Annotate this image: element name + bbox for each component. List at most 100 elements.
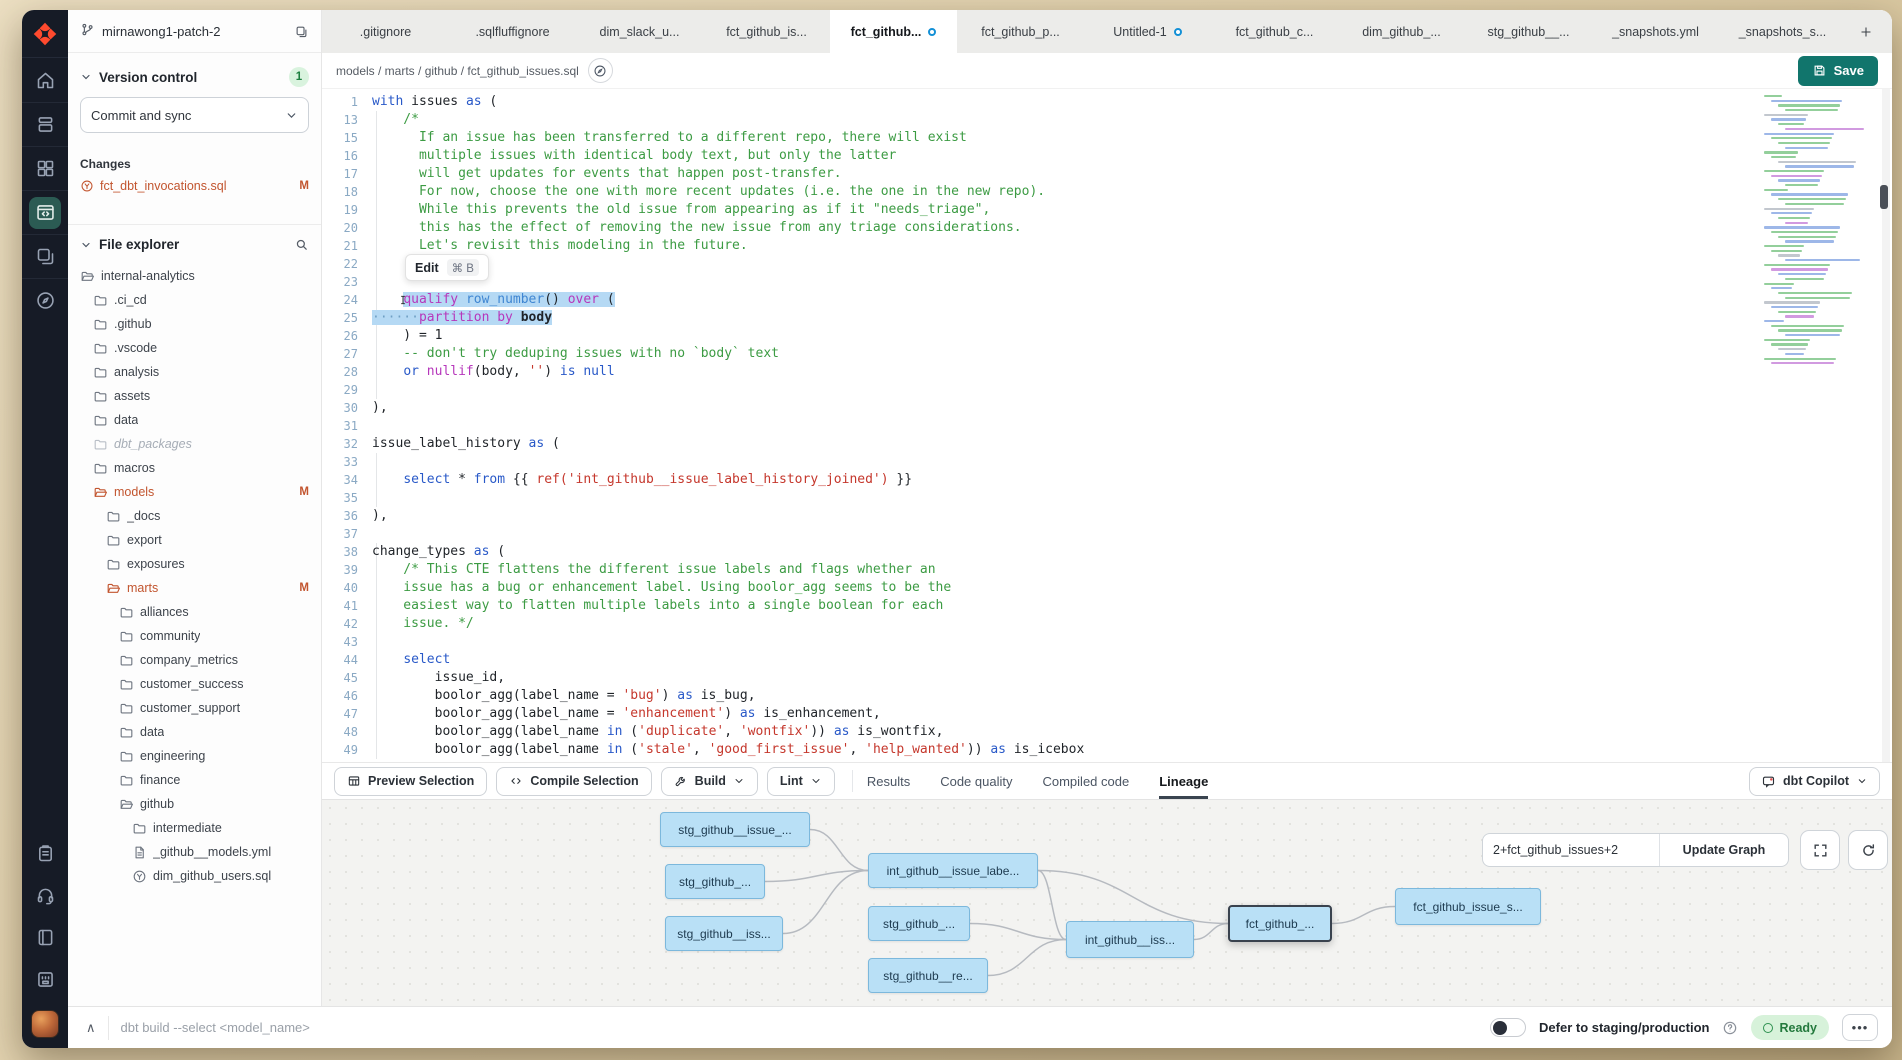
code-line[interactable]: 48 boolor_agg(label_name in ('duplicate'… <box>322 723 1892 741</box>
file-tree-item[interactable]: martsM <box>68 576 321 600</box>
editor-tab[interactable]: fct_github... <box>830 10 957 53</box>
dbt-logo[interactable] <box>22 10 68 58</box>
file-tree-item[interactable]: customer_success <box>68 672 321 696</box>
file-tree-item[interactable]: alliances <box>68 600 321 624</box>
expand-command-bar-icon[interactable]: ∧ <box>78 1020 104 1036</box>
file-tree-item[interactable]: data <box>68 720 321 744</box>
editor-tab[interactable]: dim_github_... <box>1338 10 1465 53</box>
copy-branch-icon[interactable] <box>294 24 309 39</box>
update-graph-button[interactable]: Update Graph <box>1660 834 1788 866</box>
rail-item-compass[interactable] <box>22 278 68 322</box>
code-line[interactable]: 27 -- don't try deduping issues with no … <box>322 345 1892 363</box>
new-tab-button[interactable] <box>1846 10 1886 53</box>
lint-button[interactable]: Lint <box>767 767 835 796</box>
editor-scrollbar[interactable] <box>1882 89 1890 762</box>
editor-tab[interactable]: fct_github_c... <box>1211 10 1338 53</box>
code-line[interactable]: 36), <box>322 507 1892 525</box>
editor-tab[interactable]: .gitignore <box>322 10 449 53</box>
editor-tab[interactable]: _snapshots_s... <box>1719 10 1846 53</box>
code-line[interactable]: 43 <box>322 633 1892 651</box>
code-line[interactable]: 13 /* <box>322 111 1892 129</box>
code-line[interactable]: 39 /* This CTE flattens the different is… <box>322 561 1892 579</box>
save-button[interactable]: Save <box>1798 56 1878 86</box>
file-tree-item[interactable]: macros <box>68 456 321 480</box>
code-line[interactable]: 24 qualify row_number() over ( <box>322 291 1892 309</box>
scrollbar-thumb[interactable] <box>1880 185 1888 209</box>
code-line[interactable]: 21 Let's revisit this modeling in the fu… <box>322 237 1892 255</box>
file-tree-item[interactable]: assets <box>68 384 321 408</box>
more-menu-button[interactable]: ••• <box>1842 1014 1878 1041</box>
code-line[interactable]: 16 multiple issues with identical body t… <box>322 147 1892 165</box>
status-badge[interactable]: Ready <box>1751 1015 1829 1040</box>
rail-item-home[interactable] <box>22 58 68 102</box>
code-line[interactable]: 37 <box>322 525 1892 543</box>
code-line[interactable]: 20 this has the effect of removing the n… <box>322 219 1892 237</box>
file-tree-item[interactable]: finance <box>68 768 321 792</box>
rail-item-headset[interactable] <box>22 874 68 916</box>
rail-item-windows[interactable] <box>22 234 68 278</box>
file-explorer-header[interactable]: File explorer <box>68 225 321 260</box>
code-editor[interactable]: 1with issues as (13 /*15 If an issue has… <box>322 89 1892 762</box>
file-tree-item[interactable]: modelsM <box>68 480 321 504</box>
file-tree-item[interactable]: customer_support <box>68 696 321 720</box>
file-tree-item[interactable]: company_metrics <box>68 648 321 672</box>
file-tree-item[interactable]: export <box>68 528 321 552</box>
lineage-node[interactable]: int_github__issue_labe... <box>868 853 1038 888</box>
code-line[interactable]: 45 issue_id, <box>322 669 1892 687</box>
lineage-node[interactable]: fct_github_... <box>1228 905 1332 942</box>
preview-selection-button[interactable]: Preview Selection <box>334 767 487 796</box>
lineage-selector-input[interactable]: 2+fct_github_issues+2 <box>1483 834 1660 866</box>
fullscreen-button[interactable] <box>1800 830 1840 870</box>
search-icon[interactable] <box>294 237 309 252</box>
file-tree-item[interactable]: intermediate <box>68 816 321 840</box>
file-tree-item[interactable]: _docs <box>68 504 321 528</box>
file-tree-item[interactable]: .vscode <box>68 336 321 360</box>
lineage-node[interactable]: stg_github_... <box>868 906 970 941</box>
code-line[interactable]: 41 easiest way to flatten multiple label… <box>322 597 1892 615</box>
defer-toggle[interactable] <box>1490 1018 1526 1037</box>
help-icon[interactable] <box>1722 1020 1738 1036</box>
panel-tab-lineage[interactable]: Lineage <box>1159 763 1208 799</box>
file-tree-item[interactable]: exposures <box>68 552 321 576</box>
panel-tab-code-quality[interactable]: Code quality <box>940 763 1012 799</box>
code-line[interactable]: 31 <box>322 417 1892 435</box>
dbt-copilot-button[interactable]: dbt Copilot <box>1749 767 1880 796</box>
code-line[interactable]: 29 <box>322 381 1892 399</box>
code-line[interactable]: 44 select <box>322 651 1892 669</box>
file-tree-item[interactable]: github <box>68 792 321 816</box>
rail-item-terminal[interactable] <box>22 958 68 1000</box>
editor-tab[interactable]: dim_slack_u... <box>576 10 703 53</box>
code-line[interactable]: 28 or nullif(body, '') is null <box>322 363 1892 381</box>
editor-tab[interactable]: fct_github_p... <box>957 10 1084 53</box>
minimap[interactable] <box>1764 95 1864 367</box>
lineage-panel[interactable]: stg_github__issue_... stg_github_... stg_g… <box>322 800 1892 1006</box>
file-tree-item[interactable]: data <box>68 408 321 432</box>
rail-item-stack[interactable] <box>22 102 68 146</box>
code-line[interactable]: 22 <box>322 255 1892 273</box>
editor-tab[interactable]: _snapshots.yml <box>1592 10 1719 53</box>
file-tree-item[interactable]: _github__models.yml <box>68 840 321 864</box>
file-tree-item[interactable]: analysis <box>68 360 321 384</box>
code-line[interactable]: 1with issues as ( <box>322 93 1892 111</box>
lineage-node[interactable]: stg_github_... <box>665 864 765 899</box>
code-line[interactable]: 42 issue. */ <box>322 615 1892 633</box>
code-line[interactable]: 46 boolor_agg(label_name = 'bug') as is_… <box>322 687 1892 705</box>
code-line[interactable]: 38change_types as ( <box>322 543 1892 561</box>
file-tree-item[interactable]: community <box>68 624 321 648</box>
code-line[interactable]: 33 <box>322 453 1892 471</box>
code-line[interactable]: 17 will get updates for events that happ… <box>322 165 1892 183</box>
git-branch-row[interactable]: mirnawong1-patch-2 <box>68 10 321 53</box>
explore-icon[interactable] <box>588 58 613 83</box>
file-tree-item[interactable]: .github <box>68 312 321 336</box>
rail-item-grid[interactable] <box>22 146 68 190</box>
rail-item-clipboard[interactable] <box>22 832 68 874</box>
code-line[interactable]: 18 For now, choose the one with more rec… <box>322 183 1892 201</box>
user-avatar[interactable] <box>31 1010 59 1038</box>
version-control-header[interactable]: Version control 1 <box>68 53 321 95</box>
lineage-node[interactable]: stg_github__issue_... <box>660 812 810 847</box>
refresh-button[interactable] <box>1848 830 1888 870</box>
panel-tab-compiled-code[interactable]: Compiled code <box>1042 763 1129 799</box>
code-line[interactable]: 40 issue has a bug or enhancement label.… <box>322 579 1892 597</box>
code-line[interactable]: 26 ) = 1 <box>322 327 1892 345</box>
edit-tooltip[interactable]: Edit ⌘ B <box>405 254 489 281</box>
